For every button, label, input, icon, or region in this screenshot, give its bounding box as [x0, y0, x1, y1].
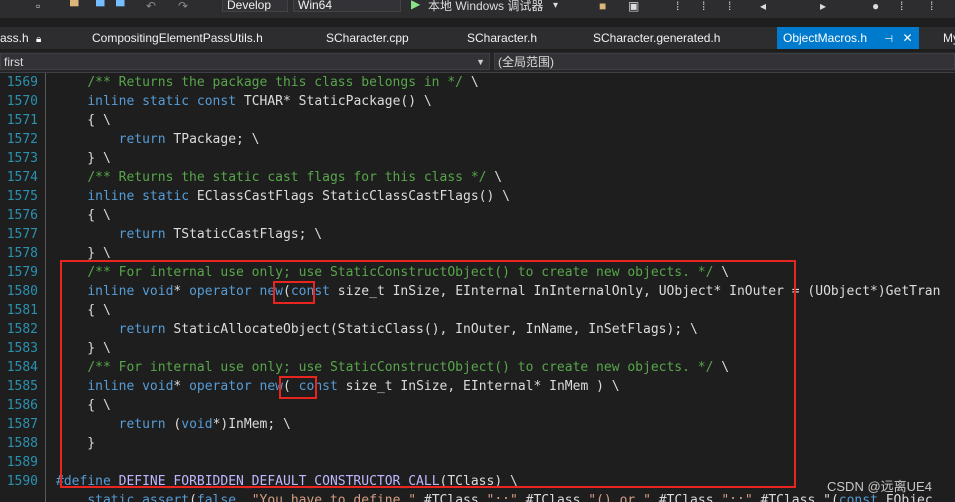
- save-icon[interactable]: ▀: [96, 0, 105, 14]
- file-icon[interactable]: ▫: [36, 0, 40, 14]
- code-text[interactable]: /** Returns the static cast flags for th…: [56, 168, 502, 187]
- code-line[interactable]: 1577 return TStaticCastFlags; \: [0, 225, 955, 244]
- code-text[interactable]: /** Returns the package this class belon…: [56, 73, 478, 92]
- line-number: 1588: [6, 436, 38, 451]
- tab-scharacter-cpp[interactable]: SCharacter.cpp: [326, 27, 409, 49]
- tab-object-macros-h[interactable]: ObjectMacros.h ⊣ ✕: [777, 27, 919, 49]
- options-icon[interactable]: ⁞: [930, 0, 933, 14]
- tab-label: ass.h: [0, 31, 29, 45]
- line-number: 1587: [6, 417, 38, 432]
- code-line[interactable]: 1570 inline static const TCHAR* StaticPa…: [0, 92, 955, 111]
- pin-icon[interactable]: ⊣: [884, 34, 893, 45]
- code-text[interactable]: } \: [56, 149, 111, 168]
- chevron-down-icon: ▼: [476, 57, 485, 67]
- tab-label: SCharacter.generated.h: [593, 31, 721, 45]
- tab-pass-h[interactable]: ass.h 🔒︎: [0, 27, 41, 49]
- watermark: CSDN @远离UE4: [827, 479, 932, 494]
- find-in-files-icon[interactable]: ■: [599, 0, 606, 14]
- platform-select[interactable]: Win64: [293, 0, 401, 12]
- line-number: 1570: [6, 94, 38, 109]
- comment-icon[interactable]: ⁞: [702, 0, 705, 14]
- highlight-box-new-keyword-1: [273, 281, 315, 304]
- code-line[interactable]: 1575 inline static EClassCastFlags Stati…: [0, 187, 955, 206]
- redo-icon[interactable]: ↷: [178, 0, 188, 14]
- line-number: 1582: [6, 322, 38, 337]
- platform-value: Win64: [298, 0, 333, 12]
- tab-overflow[interactable]: My: [943, 27, 955, 49]
- tab-label: ObjectMacros.h: [783, 31, 868, 45]
- code-line[interactable]: 1576 { \: [0, 206, 955, 225]
- code-line[interactable]: 1571 { \: [0, 111, 955, 130]
- line-number: 1569: [6, 75, 38, 90]
- line-number: 1576: [6, 208, 38, 223]
- tab-compositing-element-pass-utils[interactable]: CompositingElementPassUtils.h: [92, 27, 263, 49]
- bookmark-icon[interactable]: ▣: [628, 0, 639, 14]
- code-text[interactable]: { \: [56, 111, 111, 130]
- line-number: 1590: [6, 474, 38, 489]
- tab-label: My: [943, 31, 955, 45]
- document-tabs: ass.h 🔒︎ CompositingElementPassUtils.h S…: [0, 27, 955, 49]
- code-line[interactable]: 1569 /** Returns the package this class …: [0, 73, 955, 92]
- code-line[interactable]: static_assert(false, "You have to define…: [0, 491, 955, 502]
- menu-icon[interactable]: ⁞: [900, 0, 903, 14]
- code-editor[interactable]: 1569 /** Returns the package this class …: [0, 73, 955, 502]
- pin-icon[interactable]: 🔒︎: [36, 34, 41, 45]
- undo-icon[interactable]: ↶: [146, 0, 156, 14]
- global-scope-select[interactable]: (全局范围): [494, 53, 955, 70]
- line-number: 1571: [6, 113, 38, 128]
- code-text[interactable]: static_assert(false, "You have to define…: [56, 491, 932, 502]
- line-number: 1585: [6, 379, 38, 394]
- code-text[interactable]: return TPackage; \: [56, 130, 260, 149]
- code-text[interactable]: inline static const TCHAR* StaticPackage…: [56, 92, 431, 111]
- tab-scharacter-generated-h[interactable]: SCharacter.generated.h: [593, 27, 720, 49]
- zoom-icon[interactable]: ●: [872, 0, 879, 14]
- line-number: 1583: [6, 341, 38, 356]
- line-number: 1575: [6, 189, 38, 204]
- navigate-back-icon[interactable]: ◂: [760, 0, 766, 14]
- line-number: 1581: [6, 303, 38, 318]
- global-scope-value: (全局范围): [498, 55, 554, 69]
- code-line[interactable]: 1574 /** Returns the static cast flags f…: [0, 168, 955, 187]
- play-icon[interactable]: ▶: [411, 0, 420, 11]
- tab-label: SCharacter.cpp: [326, 31, 409, 45]
- line-number: 1572: [6, 132, 38, 147]
- code-text[interactable]: return TStaticCastFlags; \: [56, 225, 323, 244]
- line-number: 1579: [6, 265, 38, 280]
- line-number: 1589: [6, 455, 38, 470]
- code-text[interactable]: inline static EClassCastFlags StaticClas…: [56, 187, 510, 206]
- configuration-select[interactable]: Develop: [222, 0, 288, 12]
- code-text[interactable]: { \: [56, 206, 111, 225]
- line-number: 1573: [6, 151, 38, 166]
- highlight-box-new-keyword-2: [279, 376, 317, 399]
- toolbar: ▫ ▀ ▀ ▀ ↶ ↷ Develop Win64 ▶ 本地 Windows 调…: [0, 0, 955, 18]
- navigation-bar: first ▼ (全局范围): [0, 52, 955, 73]
- configuration-value: Develop: [227, 0, 272, 12]
- run-button[interactable]: 本地 Windows 调试器: [428, 0, 543, 14]
- code-line[interactable]: 1572 return TPackage; \: [0, 130, 955, 149]
- line-number: 1584: [6, 360, 38, 375]
- chevron-down-icon[interactable]: ▾: [553, 0, 558, 14]
- tab-label: CompositingElementPassUtils.h: [92, 31, 263, 45]
- navigate-forward-icon[interactable]: ▸: [820, 0, 826, 14]
- format-icon[interactable]: ⁞: [676, 0, 679, 14]
- highlight-box-operator-new-block: [60, 260, 796, 488]
- open-folder-icon[interactable]: ▀: [70, 0, 79, 14]
- line-number: 1580: [6, 284, 38, 299]
- line-number: 1586: [6, 398, 38, 413]
- code-line[interactable]: 1573 } \: [0, 149, 955, 168]
- line-number: 1578: [6, 246, 38, 261]
- project-scope-select[interactable]: first ▼: [0, 53, 490, 70]
- tab-scharacter-h[interactable]: SCharacter.h: [467, 27, 537, 49]
- close-icon[interactable]: ✕: [902, 31, 912, 45]
- outline-icon[interactable]: ⁞: [728, 0, 731, 14]
- line-number: 1574: [6, 170, 38, 185]
- project-scope-value: first: [4, 55, 24, 69]
- tab-label: SCharacter.h: [467, 31, 538, 45]
- save-all-icon[interactable]: ▀: [116, 0, 125, 14]
- line-number: 1577: [6, 227, 38, 242]
